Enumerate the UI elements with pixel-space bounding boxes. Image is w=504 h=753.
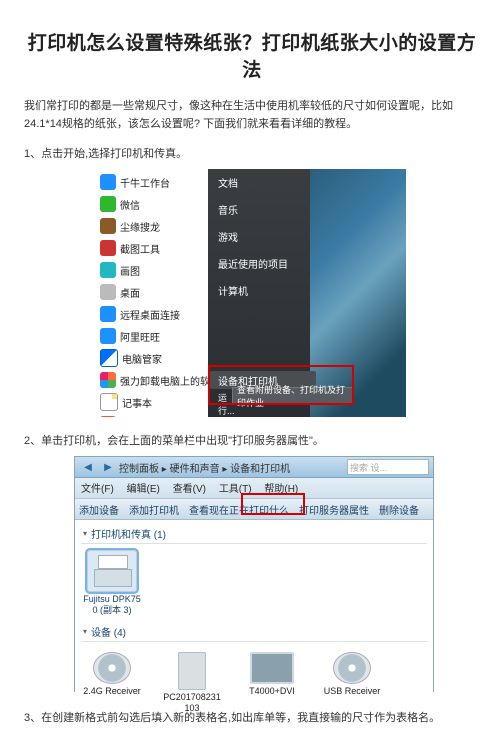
device-item[interactable]: T4000+DVI <box>243 648 301 714</box>
highlight-rectangle <box>208 365 354 405</box>
group-header-printers[interactable]: 打印机和传真 (1) <box>91 526 166 541</box>
receiver-icon <box>93 652 131 684</box>
forward-button[interactable]: ▶ <box>99 459 117 475</box>
device-item[interactable]: PC201708231103 <box>163 648 221 714</box>
menu-view[interactable]: 查看(V) <box>173 484 206 495</box>
device-label: USB Receiver <box>323 686 381 697</box>
menu-item[interactable]: 强力卸载电脑上的软件 <box>120 373 220 388</box>
menu-item[interactable]: 桌面 <box>120 285 140 300</box>
menu-item[interactable]: 最近使用的项目 <box>208 250 310 277</box>
monitor-icon <box>250 652 294 684</box>
menu-item[interactable]: 游戏 <box>208 223 310 250</box>
pc-icon <box>178 652 206 690</box>
device-label: 2.4G Receiver <box>83 686 141 697</box>
menu-item[interactable]: 截图工具 <box>120 241 160 256</box>
step-1: 1、点击开始,选择打印机和传真。 <box>24 145 480 161</box>
menu-item[interactable]: 音乐 <box>208 196 310 223</box>
receiver-icon <box>333 652 371 684</box>
menu-item[interactable]: 千牛工作台 <box>120 175 170 190</box>
page-title: 打印机怎么设置特殊纸张？打印机纸张大小的设置方法 <box>24 28 480 82</box>
menu-item[interactable]: 电脑管家 <box>122 351 162 366</box>
menu-item[interactable]: 记事本 <box>122 395 152 410</box>
device-item[interactable]: USB Receiver <box>323 648 381 714</box>
menu-item[interactable]: 微信 <box>120 197 140 212</box>
menu-item[interactable]: 尘缘搜龙 <box>120 219 160 234</box>
menu-item[interactable]: 计算机 <box>208 277 310 304</box>
device-item[interactable]: 2.4G Receiver <box>83 648 141 714</box>
toolbar-print-server-properties[interactable]: 打印服务器属性 <box>299 502 369 517</box>
group-header-devices[interactable]: 设备 (4) <box>91 624 126 639</box>
step-2: 2、单击打印机，会在上面的菜单栏中出现"打印服务器属性"。 <box>24 432 480 448</box>
back-button[interactable]: ◀ <box>79 459 97 475</box>
toolbar-add-device[interactable]: 添加设备 <box>79 502 119 517</box>
device-printer[interactable]: Fujitsu DPK750 (副本 3) <box>83 550 141 616</box>
menu-item[interactable]: 文档 <box>208 169 310 196</box>
menu-file[interactable]: 文件(F) <box>81 484 114 495</box>
screenshot-start-menu: 千牛工作台 微信 尘缘搜龙 截图工具 画图 桌面 远程桌面连接 阿里旺旺 电脑管… <box>96 169 406 417</box>
toolbar-remove-device[interactable]: 删除设备 <box>379 502 419 517</box>
menu-edit[interactable]: 编辑(E) <box>127 484 160 495</box>
toolbar-add-printer[interactable]: 添加打印机 <box>129 502 179 517</box>
device-label: Fujitsu DPK750 (副本 3) <box>83 594 141 616</box>
search-input[interactable]: 搜索 设... <box>347 459 429 475</box>
printer-icon <box>87 550 137 592</box>
device-label: PC201708231103 <box>163 692 221 714</box>
menu-item[interactable]: 阿里旺旺 <box>120 329 160 344</box>
intro-paragraph: 我们常打印的都是一些常规尺寸，像这种在生活中使用机率较低的尺寸如何设置呢，比如2… <box>24 98 480 133</box>
menu-item[interactable]: 远程桌面连接 <box>120 307 180 322</box>
menu-item[interactable]: 画图 <box>120 263 140 278</box>
highlight-rectangle <box>241 493 305 515</box>
screenshot-control-panel: ◀ ▶ 控制面板 ▸ 硬件和声音 ▸ 设备和打印机 搜索 设... 文件(F) … <box>74 456 434 692</box>
device-label: T4000+DVI <box>243 686 301 697</box>
breadcrumb[interactable]: 控制面板 ▸ 硬件和声音 ▸ 设备和打印机 <box>119 460 343 475</box>
